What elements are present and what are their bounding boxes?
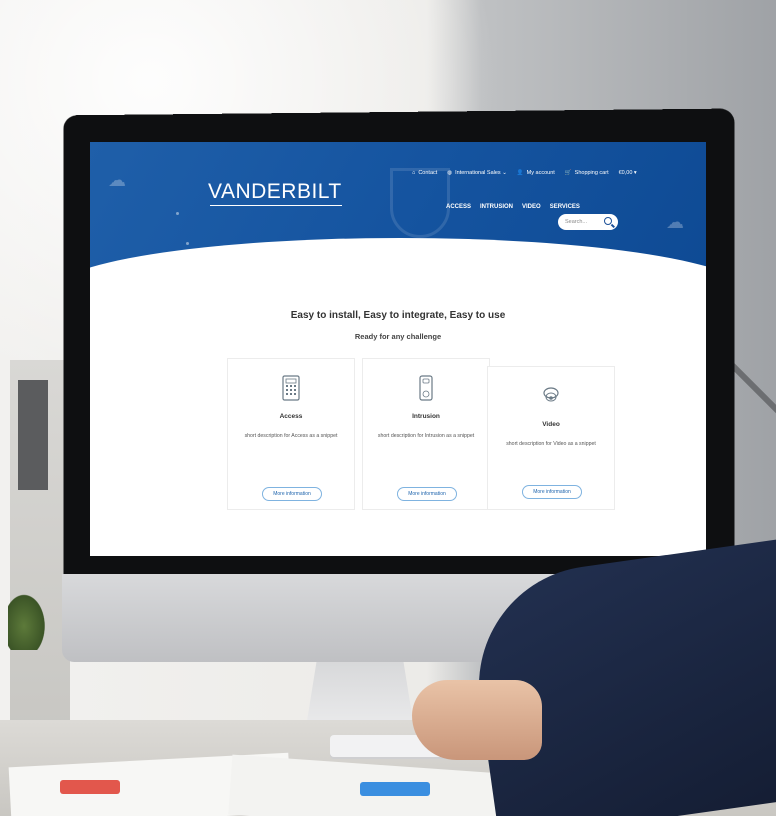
account-label: My account [526, 170, 555, 176]
product-card-intrusion: Intrusion short description for Intrusio… [362, 358, 490, 510]
cart-icon: 🛒 [564, 170, 572, 176]
monitor-screen: ☁ ☁ VANDERBILT ⌂ Contact ◍ International… [90, 142, 706, 556]
contact-label: Contact [418, 170, 438, 176]
main-nav: ACCESS INTRUSION VIDEO SERVICES [446, 204, 580, 210]
product-card-video: Video short description for Video as a s… [487, 366, 615, 510]
keypad-icon [282, 375, 300, 401]
cart-label: Shopping cart [574, 170, 609, 176]
printed-chart [360, 782, 430, 796]
search-icon[interactable] [604, 217, 612, 225]
plant [8, 590, 48, 650]
cart-total[interactable]: €0,00 ▾ [619, 170, 637, 176]
bookshelf [10, 360, 70, 730]
cloud-icon: ☁ [666, 212, 684, 232]
cloud-icon: ☁ [108, 170, 126, 190]
decor-dot [186, 242, 189, 245]
nav-item-video[interactable]: VIDEO [522, 204, 541, 210]
page-subtitle: Ready for any challenge [354, 332, 442, 341]
printed-chart [60, 780, 120, 794]
contact-link[interactable]: ⌂ Contact [412, 170, 437, 176]
more-info-button[interactable]: More information [262, 487, 322, 501]
nav-item-services[interactable]: SERVICES [550, 204, 580, 210]
sensor-icon [419, 375, 433, 401]
vanderbilt-logo[interactable]: VANDERBILT [208, 180, 342, 206]
more-info-button[interactable]: More information [397, 487, 457, 501]
utility-bar: ⌂ Contact ◍ International Sales ⌄ 👤 My a… [412, 170, 637, 176]
card-title: Video [542, 421, 560, 428]
person-hand [412, 680, 542, 760]
shield-watermark-icon [390, 168, 450, 238]
product-card-access: Access short description for Access as a… [227, 358, 355, 510]
search-input[interactable]: Search... [558, 214, 618, 230]
page-title: Easy to install, Easy to integrate, Easy… [290, 310, 506, 321]
cart-link[interactable]: 🛒 Shopping cart [565, 170, 609, 176]
globe-icon: ◍ [447, 170, 453, 176]
card-description: short description for Access as a snippe… [244, 433, 338, 439]
search-placeholder: Search... [565, 219, 588, 225]
sales-label: International Sales ⌄ [455, 170, 507, 176]
account-link[interactable]: 👤 My account [517, 170, 555, 176]
card-title: Intrusion [412, 413, 440, 420]
user-icon: 👤 [516, 170, 524, 176]
more-info-button[interactable]: More information [522, 485, 582, 499]
decor-dot [176, 212, 179, 215]
nav-item-access[interactable]: ACCESS [446, 204, 471, 210]
card-title: Access [279, 413, 303, 420]
card-description: short description for Intrusion as a sni… [377, 433, 475, 439]
camera-icon [543, 387, 559, 402]
card-description: short description for Video as a snippet [506, 441, 596, 447]
home-icon: ⌂ [412, 170, 416, 176]
nav-item-intrusion[interactable]: INTRUSION [480, 204, 513, 210]
sales-dropdown[interactable]: ◍ International Sales ⌄ [447, 170, 507, 176]
